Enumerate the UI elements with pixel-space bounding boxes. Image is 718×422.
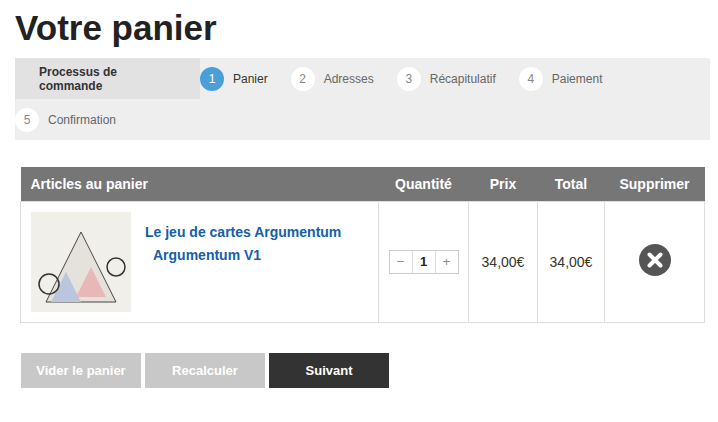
increment-button[interactable]: + <box>436 251 458 273</box>
step-number: 5 <box>15 108 39 132</box>
column-header: Total <box>538 167 605 201</box>
total-cell: 34,00€ <box>538 201 605 322</box>
step-item: 2 Adresses <box>291 58 387 99</box>
product-title[interactable]: Le jeu de cartes Argumentum <box>145 222 341 242</box>
step-label: Confirmation <box>48 113 116 127</box>
step-item: 1 Panier <box>200 58 281 99</box>
close-circle-icon <box>639 244 671 276</box>
step-number: 1 <box>200 67 224 91</box>
page-title: Votre panier <box>15 6 710 50</box>
delete-button[interactable] <box>639 244 671 276</box>
step-item: 5 Confirmation <box>15 99 129 140</box>
table-row: Le jeu de cartes Argumentum Argumentum V1… <box>21 201 705 322</box>
cart-actions: Vider le panierRecalculerSuivant <box>21 353 710 388</box>
column-header: Quantité <box>379 167 469 201</box>
quantity-input[interactable]: 1 <box>412 251 436 273</box>
step-item: 4 Paiement <box>519 58 616 99</box>
price-cell: 34,00€ <box>469 201 538 322</box>
step-number: 2 <box>291 67 315 91</box>
product-variant: Argumentum V1 <box>145 245 341 265</box>
step-item: 3 Récapitulatif <box>397 58 509 99</box>
quantity-stepper: −1+ <box>389 250 459 274</box>
product-image[interactable] <box>31 212 131 312</box>
action-button[interactable]: Recalculer <box>145 353 265 388</box>
delete-cell <box>605 201 705 322</box>
column-header: Articles au panier <box>21 167 379 201</box>
step-label: Adresses <box>324 72 374 86</box>
checkout-steps: Processus de commande1 Panier 2 Adresses 3 Ré… <box>15 58 710 140</box>
column-header: Supprimer <box>605 167 705 201</box>
cart-page: Votre panierProcessus de commande1Panier… <box>0 0 718 388</box>
cart-table: Articles au panierQuantitéPrixTotalSuppr… <box>20 167 705 323</box>
article-cell: Le jeu de cartes Argumentum Argumentum V1 <box>21 201 379 322</box>
steps-label: Processus de commande <box>15 58 200 99</box>
product-picture-icon <box>31 212 131 312</box>
step-label: Récapitulatif <box>430 72 496 86</box>
step-number: 4 <box>519 67 543 91</box>
step-number: 3 <box>397 67 421 91</box>
decrement-button[interactable]: − <box>390 251 412 273</box>
quantity-cell: −1+ <box>379 201 469 322</box>
step-label: Panier <box>233 72 268 86</box>
action-button[interactable]: Suivant <box>269 353 389 388</box>
table-header: Articles au panierQuantitéPrixTotalSuppr… <box>21 167 705 201</box>
action-button[interactable]: Vider le panier <box>21 353 141 388</box>
step-label: Paiement <box>552 72 603 86</box>
column-header: Prix <box>469 167 538 201</box>
